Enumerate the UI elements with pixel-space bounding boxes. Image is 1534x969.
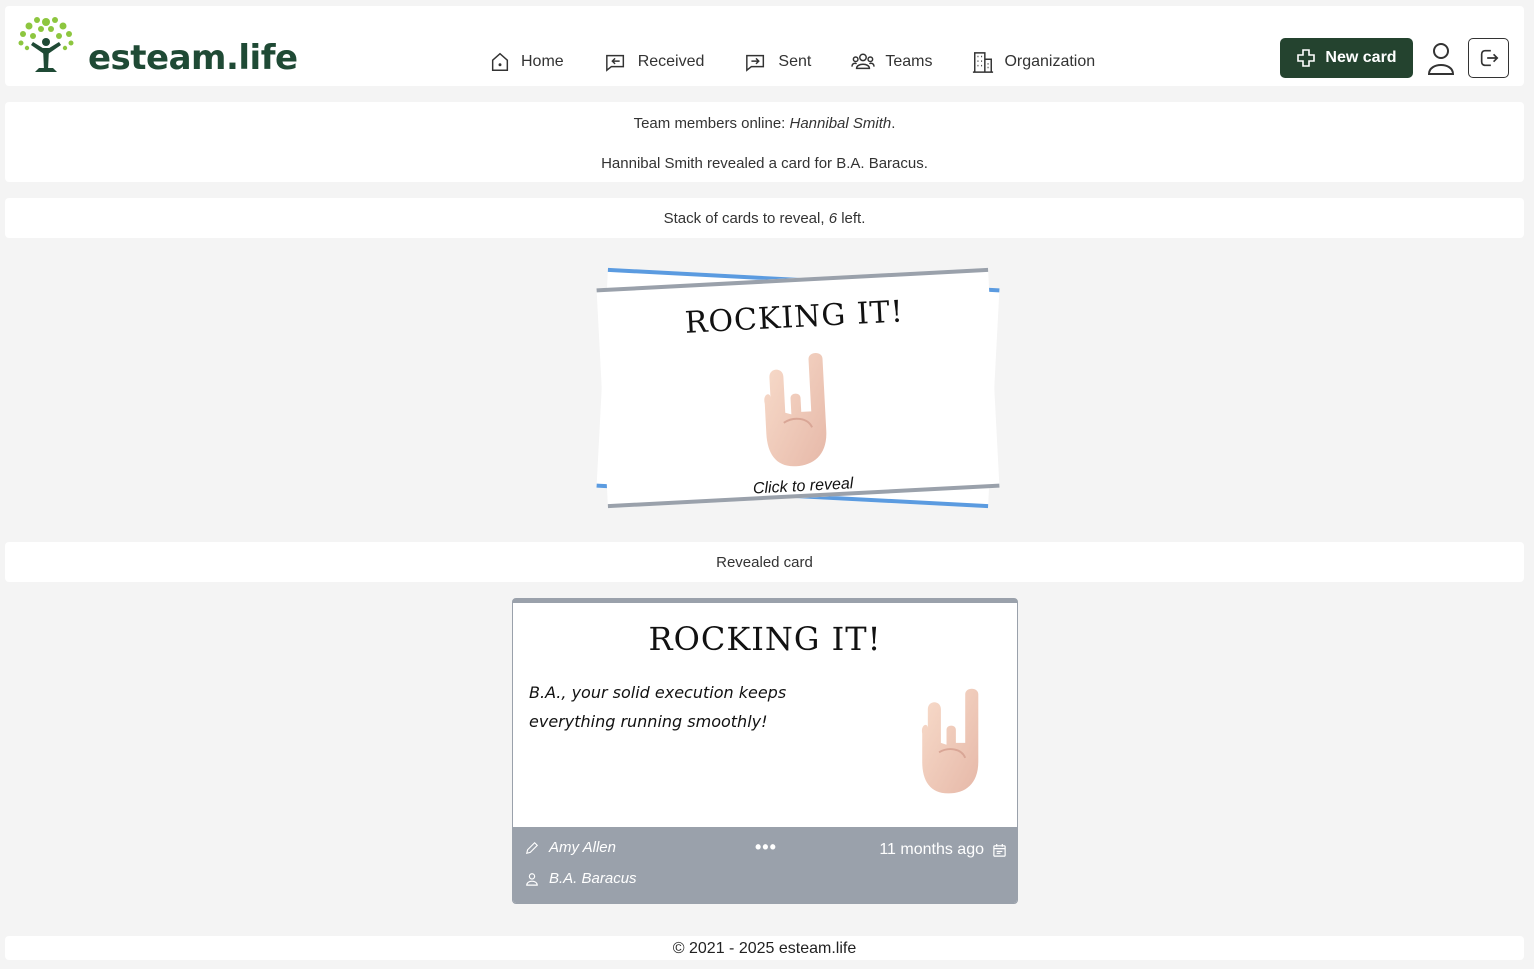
nav-received[interactable]: Received: [604, 50, 705, 74]
card-timestamp: 11 months ago: [879, 841, 1007, 859]
online-suffix: .: [891, 115, 896, 132]
revealed-card-title: ROCKING IT!: [648, 620, 882, 658]
received-icon: [605, 54, 624, 72]
card-author-name: Amy Allen: [549, 839, 616, 856]
rock-hand-icon: [764, 353, 827, 467]
logout-button[interactable]: [1468, 38, 1509, 78]
home-icon: [491, 52, 509, 71]
stack-count: 6: [828, 210, 838, 227]
teams-icon: [851, 53, 876, 70]
nav-organization-label: Organization: [1004, 53, 1096, 70]
nav-teams-label: Teams: [885, 53, 933, 70]
revealed-card[interactable]: ROCKING IT! B.A., your solid execution k…: [512, 598, 1018, 904]
new-card-button[interactable]: New card: [1280, 38, 1413, 78]
rock-hand-icon: [921, 688, 979, 794]
stack-suffix: left.: [837, 210, 866, 227]
pencil-icon: [525, 841, 539, 854]
page-footer: © 2021 - 2025 esteam.life: [5, 936, 1524, 960]
new-card-label: New card: [1325, 49, 1397, 66]
card-more-options-button[interactable]: •••: [755, 837, 777, 858]
card-time-label: 11 months ago: [879, 841, 984, 858]
nav-teams[interactable]: Teams: [851, 50, 932, 74]
calendar-icon: [993, 843, 1006, 857]
logout-icon: [1480, 49, 1498, 67]
activity-event: Hannibal Smith revealed a card for B.A. …: [601, 155, 928, 172]
revealed-card-message: B.A., your solid execution keeps everyth…: [529, 683, 787, 731]
activity-panel: Team members online: Hannibal Smith. Han…: [5, 102, 1524, 182]
brand-logo[interactable]: [13, 14, 79, 76]
card-recipient-name: B.A. Baracus: [549, 870, 637, 887]
person-icon: [526, 872, 538, 886]
stack-card-front[interactable]: ROCKING IT! Click to reveal: [596, 267, 1000, 509]
plus-icon: [1297, 49, 1316, 67]
brand-name[interactable]: esteam.life: [88, 38, 298, 78]
online-prefix: Team members online:: [633, 115, 790, 132]
online-members-line: Team members online: Hannibal Smith.: [5, 115, 1524, 132]
nav-received-label: Received: [637, 53, 705, 70]
revealed-card-footer: Amy Allen ••• 11 months ago B.A. Baracus: [513, 827, 1017, 903]
main-nav: Home Received Sent Teams Organization: [489, 50, 1135, 74]
card-stack[interactable]: ROCKING IT! Click to reveal: [596, 258, 1000, 522]
stack-prefix: Stack of cards to reveal,: [663, 210, 829, 227]
nav-organization[interactable]: Organization: [972, 50, 1095, 74]
nav-home[interactable]: Home: [489, 50, 564, 74]
revealed-heading: Revealed card: [716, 554, 813, 571]
top-navbar: esteam.life Home Received Sent Teams Org…: [5, 6, 1524, 86]
card-author: Amy Allen: [525, 839, 616, 856]
card-recipient: B.A. Baracus: [525, 870, 637, 887]
stack-status: Stack of cards to reveal, 6 left.: [5, 198, 1524, 238]
nav-home-label: Home: [521, 53, 564, 70]
online-names: Hannibal Smith: [789, 115, 892, 132]
sent-icon: [746, 54, 765, 72]
nav-sent-label: Sent: [778, 53, 812, 70]
nav-sent[interactable]: Sent: [744, 50, 811, 74]
user-profile-icon[interactable]: [1427, 42, 1455, 76]
tree-logo-icon: [18, 17, 74, 72]
organization-icon: [973, 52, 994, 73]
stack-card-title: ROCKING IT!: [683, 294, 905, 341]
revealed-heading-panel: Revealed card: [5, 542, 1524, 582]
